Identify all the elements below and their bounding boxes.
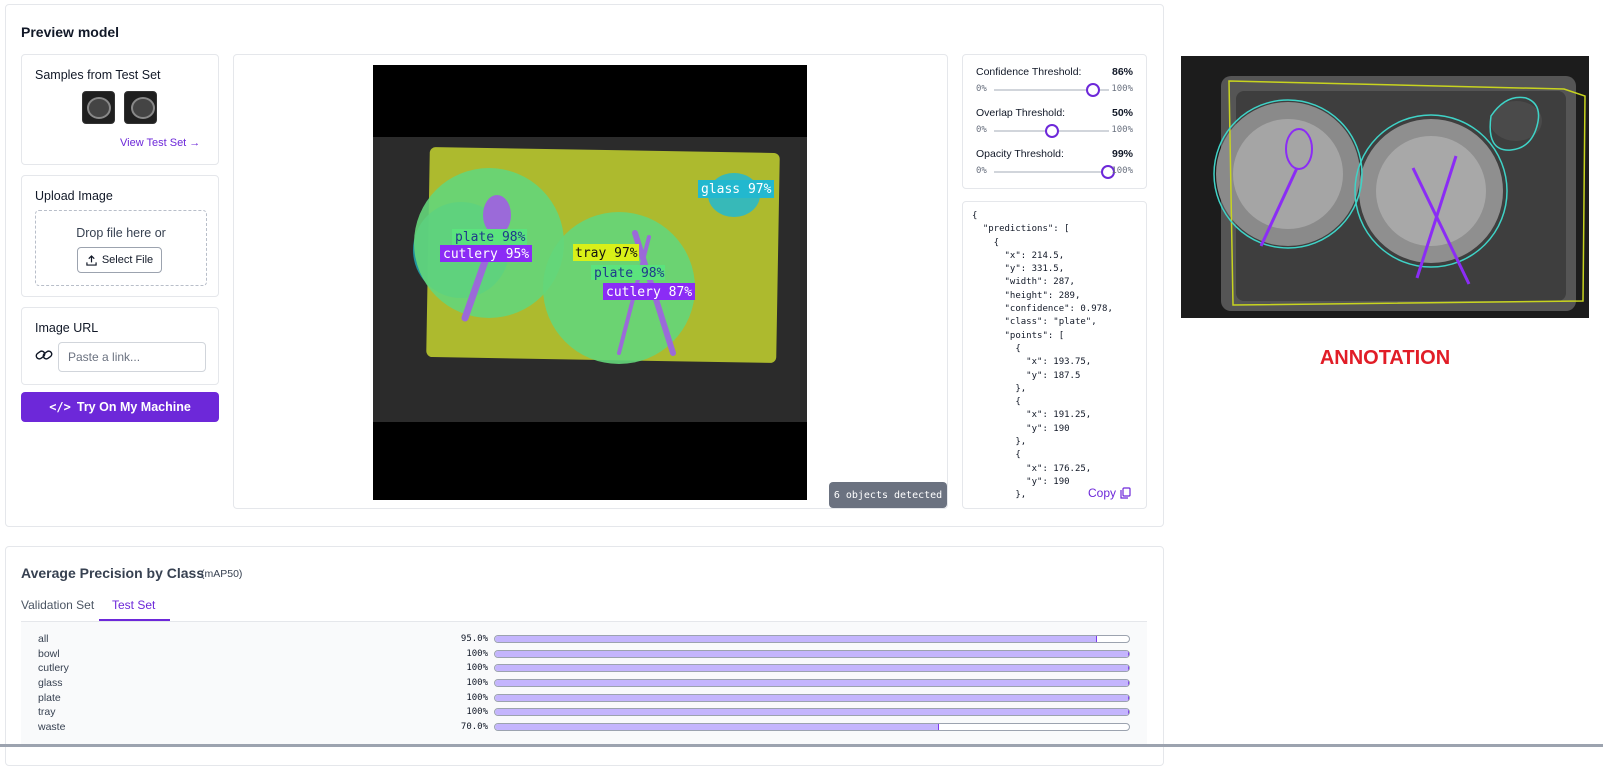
opacity-threshold-label: Opacity Threshold: — [976, 148, 1064, 160]
drop-text: Drop file here or — [76, 226, 166, 240]
ap-bar-fill — [495, 665, 1129, 671]
ap-class-name: tray — [38, 706, 56, 718]
link-icon — [35, 350, 53, 360]
select-file-button[interactable]: Select File — [77, 247, 162, 273]
upload-panel: Upload Image Drop file here or Select Fi… — [21, 175, 219, 297]
upload-icon — [86, 254, 97, 266]
tab-test-set[interactable]: Test Set — [112, 598, 155, 612]
ap-class-value: 100% — [466, 678, 488, 688]
ap-class-name: all — [38, 633, 49, 645]
opacity-threshold-value: 99% — [1111, 148, 1133, 160]
detection-label: plate 98% — [455, 230, 526, 245]
json-output-panel[interactable]: { "predictions": [ { "x": 214.5, "y": 33… — [962, 201, 1147, 509]
threshold-panel: Confidence Threshold: 86% 0% 100% Overla… — [962, 54, 1147, 189]
ap-bar — [494, 723, 1130, 731]
ap-class-value: 100% — [466, 707, 488, 717]
select-file-label: Select File — [101, 254, 154, 266]
detection-label: plate 98% — [594, 266, 665, 281]
try-on-my-machine-button[interactable]: </> Try On My Machine — [21, 392, 219, 422]
annotation-visualization — [1213, 76, 1586, 311]
detection-label: glass 97% — [701, 182, 772, 197]
overlap-max-label: 100% — [1111, 125, 1133, 135]
objects-detected-badge: 6 objects detected — [829, 482, 947, 508]
overlap-min-label: 0% — [976, 125, 987, 135]
page-title: Preview model — [21, 24, 120, 40]
ap-class-name: waste — [38, 721, 66, 733]
sample-thumbnail[interactable] — [124, 91, 157, 124]
confidence-max-label: 100% — [1111, 84, 1133, 94]
ap-bar-fill — [495, 636, 1098, 642]
ap-bar — [494, 679, 1130, 687]
ap-bar — [494, 650, 1130, 658]
upload-label: Upload Image — [35, 189, 113, 203]
ap-bar-fill — [495, 709, 1129, 715]
ap-class-value: 100% — [466, 693, 488, 703]
ap-class-name: glass — [38, 677, 63, 689]
overlap-slider-knob[interactable] — [1044, 124, 1059, 138]
image-url-panel: Image URL — [21, 307, 219, 385]
ap-bar — [494, 635, 1130, 643]
file-dropzone[interactable]: Drop file here or Select File — [35, 210, 207, 286]
confidence-slider-knob[interactable] — [1085, 83, 1100, 97]
ap-bar — [494, 708, 1130, 716]
copy-button[interactable]: Copy — [1088, 486, 1132, 500]
confidence-threshold-label: Confidence Threshold: — [976, 66, 1082, 78]
ap-bar-fill — [495, 724, 939, 730]
ap-class-value: 95.0% — [460, 634, 488, 644]
detection-label: tray 97% — [575, 246, 638, 261]
annotation-label: ANNOTATION — [1319, 347, 1451, 369]
inference-visualization: glass 97% plate 98% cutlery 95% tray 97%… — [373, 137, 807, 422]
ap-class-value: 100% — [466, 649, 488, 659]
copy-icon — [1120, 487, 1131, 499]
sample-thumbnail[interactable] — [82, 91, 115, 124]
detection-label: cutlery 87% — [606, 285, 692, 300]
ap-class-name: cutlery — [38, 662, 69, 674]
overlap-threshold-label: Overlap Threshold: — [976, 107, 1066, 119]
ap-class-value: 100% — [466, 663, 488, 673]
tab-validation-set[interactable]: Validation Set — [21, 598, 94, 612]
try-button-label: Try On My Machine — [76, 400, 191, 414]
overlap-threshold-value: 50% — [1111, 107, 1133, 119]
ap-title: Average Precision by Class — [21, 565, 205, 581]
ap-bar-fill — [495, 680, 1129, 686]
ap-bar-fill — [495, 695, 1129, 701]
samples-label: Samples from Test Set — [35, 68, 161, 82]
image-url-input[interactable] — [58, 342, 206, 372]
confidence-threshold-value: 86% — [1111, 66, 1133, 78]
ap-class-name: plate — [38, 692, 61, 704]
view-test-set-link[interactable]: View Test Set → — [120, 137, 200, 149]
annotation-image — [1181, 56, 1589, 318]
code-icon: </> — [49, 400, 71, 414]
opacity-slider-track[interactable] — [994, 171, 1109, 173]
samples-panel: Samples from Test Set View Test Set → — [21, 54, 219, 165]
ap-class-name: bowl — [38, 648, 60, 660]
detection-label: cutlery 95% — [443, 247, 529, 262]
ap-bar — [494, 694, 1130, 702]
opacity-max-label: 100% — [1111, 166, 1133, 176]
ap-subtitle: (mAP50) — [201, 568, 243, 580]
ap-bar-fill — [495, 651, 1129, 657]
image-url-label: Image URL — [35, 321, 99, 335]
opacity-min-label: 0% — [976, 166, 987, 176]
ap-class-value: 70.0% — [460, 722, 488, 732]
copy-label: Copy — [1088, 486, 1117, 500]
json-output: { "predictions": [ { "x": 214.5, "y": 33… — [972, 211, 1113, 501]
confidence-min-label: 0% — [976, 84, 987, 94]
inference-preview-image: glass 97% plate 98% cutlery 95% tray 97%… — [373, 65, 807, 500]
ap-bar — [494, 664, 1130, 672]
